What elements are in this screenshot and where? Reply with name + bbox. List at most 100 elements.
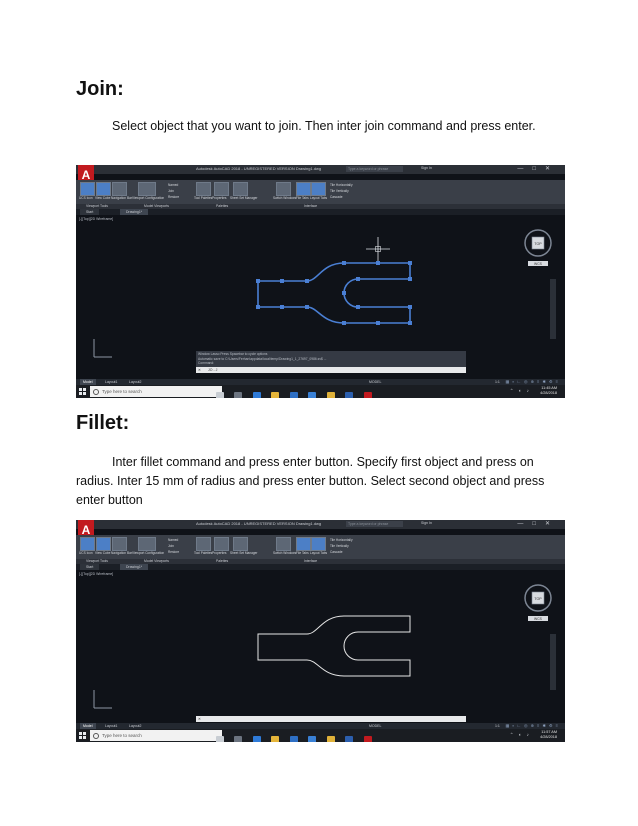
viewcube-icon[interactable]: TOP WCS (520, 223, 556, 269)
tile-vertically-label[interactable]: Tile Vertically (330, 544, 349, 548)
command-input[interactable]: ✕ JO - J (196, 366, 466, 373)
help-search-input[interactable]: Type a keyword or phrase (346, 521, 403, 527)
navigation-bar[interactable] (550, 279, 556, 339)
autocad-taskbar-icon[interactable] (363, 736, 372, 742)
viewport-label[interactable]: [-][Top][2D Wireframe] (79, 572, 113, 576)
tool-palettes-button[interactable] (196, 182, 211, 196)
tile-vertically-label[interactable]: Tile Vertically (330, 189, 349, 193)
fillet-shape-drawing[interactable] (252, 608, 416, 688)
viewport-configuration-button[interactable] (138, 537, 156, 551)
properties-label: Properties (212, 551, 227, 555)
named-label[interactable]: Named (168, 538, 178, 542)
wcs-label[interactable]: WCS (534, 617, 543, 621)
switch-windows-button[interactable] (276, 182, 291, 196)
word-icon[interactable] (345, 736, 354, 742)
view-cube-button[interactable] (96, 182, 111, 196)
file-tabs-button[interactable] (296, 182, 311, 196)
palettes-panel-title[interactable]: Palettes (216, 559, 228, 563)
taskbar-search-input[interactable]: Type here to search (90, 386, 222, 397)
microphone-icon[interactable] (216, 736, 224, 742)
taskbar-clock[interactable]: 11:45 AM 4/28/2018 (540, 386, 557, 396)
mail-icon[interactable] (308, 736, 317, 742)
file-explorer-icon[interactable] (271, 736, 280, 742)
join-shape-drawing[interactable] (252, 255, 416, 335)
chrome-icon[interactable] (326, 392, 335, 398)
layout-tabs-label: Layout Tabs (310, 551, 328, 555)
taskbar-search-input[interactable]: Type here to search (90, 730, 222, 741)
ucs-axis-icon (93, 339, 112, 358)
properties-button[interactable] (214, 182, 229, 196)
join-label[interactable]: Join (168, 544, 174, 548)
sheet-set-manager-button[interactable] (233, 537, 248, 551)
microphone-icon[interactable] (216, 392, 224, 398)
help-search-input[interactable]: Type a keyword or phrase (346, 166, 403, 172)
layout-tabs-button[interactable] (311, 182, 326, 196)
join-label[interactable]: Join (168, 189, 174, 193)
navigation-bar-button[interactable] (112, 182, 127, 196)
close-icon[interactable]: ✕ (198, 716, 201, 722)
viewport-tools-panel-title[interactable]: Viewport Tools (86, 559, 108, 563)
viewport-tools-panel-title[interactable]: Viewport Tools (86, 204, 108, 208)
file-explorer-icon[interactable] (271, 392, 280, 398)
close-icon[interactable]: ✕ (198, 367, 201, 373)
navigation-bar-button[interactable] (112, 537, 127, 551)
task-view-icon[interactable] (234, 392, 243, 398)
edge-browser-icon[interactable] (252, 392, 261, 398)
cascade-label[interactable]: Cascade (330, 195, 343, 199)
cascade-label[interactable]: Cascade (330, 550, 343, 554)
taskbar-clock[interactable]: 11:57 AM 4/28/2018 (540, 730, 557, 740)
properties-button[interactable] (214, 537, 229, 551)
viewport-label[interactable]: [-][Top][2D Wireframe] (79, 217, 113, 221)
restore-label[interactable]: Restore (168, 195, 179, 199)
file-tabs-button[interactable] (296, 537, 311, 551)
autocad-taskbar-icon[interactable] (363, 392, 372, 398)
ucs-icon-button[interactable] (80, 182, 95, 196)
sign-in-link[interactable]: Sign In (421, 521, 432, 525)
windows-taskbar: Type here to search ⌃ ◐ ♪ 11:57 AM 4/28/… (76, 729, 565, 742)
wcs-label[interactable]: WCS (534, 262, 543, 266)
viewcube-icon[interactable]: TOP WCS (520, 578, 556, 624)
file-tabs-label: File Tabs (296, 196, 309, 200)
restore-label[interactable]: Restore (168, 550, 179, 554)
window-controls[interactable]: —□✕ (517, 520, 559, 527)
command-input[interactable]: ✕ (196, 716, 466, 722)
window-controls[interactable]: —□✕ (517, 165, 559, 172)
layout-tabs-button[interactable] (311, 537, 326, 551)
autocad-screenshot-fillet: Autodesk AutoCAD 2018 - UNREGISTERED VER… (76, 520, 565, 742)
view-cube-button[interactable] (96, 537, 111, 551)
system-tray-icons[interactable]: ⌃ ◐ ♪ (510, 388, 531, 394)
mail-icon[interactable] (308, 392, 317, 398)
command-window[interactable]: ✕ (196, 716, 466, 722)
edge-browser-icon[interactable] (252, 736, 261, 742)
ucs-icon-button[interactable] (80, 537, 95, 551)
chrome-icon[interactable] (326, 736, 335, 742)
interface-panel-title[interactable]: Interface (304, 204, 317, 208)
store-icon[interactable] (289, 392, 298, 398)
windows-start-icon[interactable] (79, 388, 86, 395)
word-icon[interactable] (345, 392, 354, 398)
windows-start-icon[interactable] (79, 732, 86, 739)
store-icon[interactable] (289, 736, 298, 742)
viewcube-top-label: TOP (534, 597, 542, 601)
tile-horizontally-label[interactable]: Tile Horizontally (330, 538, 353, 542)
autocad-screenshot-join: Autodesk AutoCAD 2018 - UNREGISTERED VER… (76, 165, 565, 398)
interface-panel-title[interactable]: Interface (304, 559, 317, 563)
named-label[interactable]: Named (168, 183, 178, 187)
system-tray-icons[interactable]: ⌃ ◐ ♪ (510, 732, 531, 738)
drawing-canvas[interactable]: [-][Top][2D Wireframe] TOP WCS (76, 570, 565, 716)
tile-horizontally-label[interactable]: Tile Horizontally (330, 183, 353, 187)
fillet-heading: Fillet: (76, 412, 130, 434)
switch-windows-button[interactable] (276, 537, 291, 551)
command-window[interactable]: Window Lasso Press Spacebar to cycle opt… (196, 351, 466, 373)
viewport-configuration-button[interactable] (138, 182, 156, 196)
drawing-canvas[interactable]: [-][Top][2D Wireframe] TOP WCS (76, 215, 565, 365)
ucs-axis-icon (93, 690, 112, 709)
sign-in-link[interactable]: Sign In (421, 166, 432, 170)
navigation-bar[interactable] (550, 634, 556, 690)
task-view-icon[interactable] (234, 736, 243, 742)
viewcube-top-label: TOP (534, 242, 542, 246)
sheet-set-manager-button[interactable] (233, 182, 248, 196)
tool-palettes-button[interactable] (196, 537, 211, 551)
palettes-panel-title[interactable]: Palettes (216, 204, 228, 208)
window-title: Autodesk AutoCAD 2018 - UNREGISTERED VER… (196, 166, 322, 171)
